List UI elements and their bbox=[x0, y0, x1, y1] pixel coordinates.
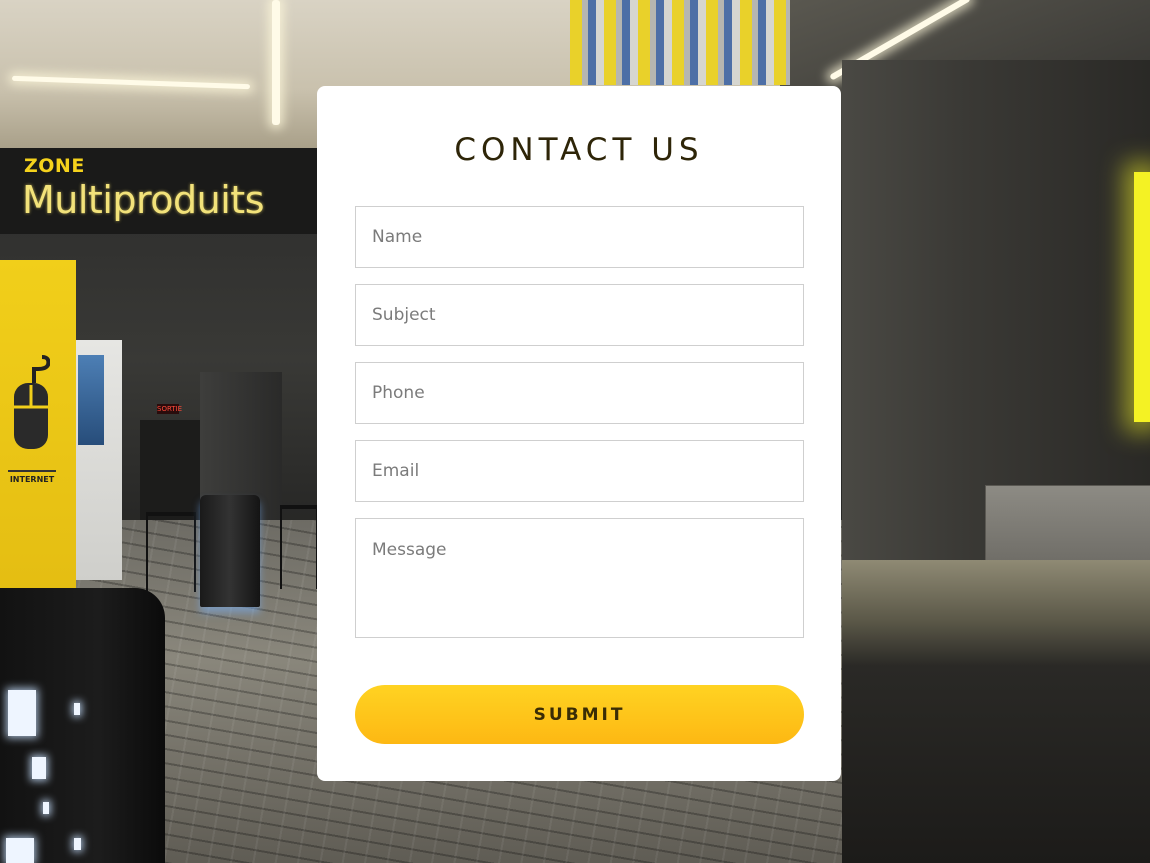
internet-panel-label: INTERNET bbox=[8, 470, 56, 484]
display-stand bbox=[200, 495, 260, 607]
zone-sign-small-text: ZONE bbox=[24, 155, 85, 177]
column-light bbox=[8, 690, 36, 736]
service-counter bbox=[842, 560, 1150, 863]
phone-field[interactable] bbox=[355, 362, 804, 424]
product-shelf bbox=[570, 0, 790, 85]
exit-sign: SORTIE bbox=[157, 404, 183, 414]
name-field[interactable] bbox=[355, 206, 804, 268]
ceiling-light bbox=[272, 0, 280, 125]
zone-sign-large-text: Multiproduits bbox=[22, 178, 265, 222]
contact-form-title: CONTACT US bbox=[454, 132, 704, 168]
stool bbox=[280, 505, 318, 589]
back-door bbox=[140, 420, 200, 520]
yellow-light-panel bbox=[1134, 172, 1150, 422]
column-light bbox=[74, 838, 81, 850]
computer-mouse-icon bbox=[14, 355, 50, 449]
subject-field[interactable] bbox=[355, 284, 804, 346]
column-light bbox=[43, 802, 49, 814]
email-field[interactable] bbox=[355, 440, 804, 502]
column-light bbox=[6, 838, 34, 863]
column-light bbox=[74, 703, 80, 715]
display-screen bbox=[78, 355, 104, 445]
column-light bbox=[32, 757, 46, 779]
submit-button[interactable]: SUBMIT bbox=[355, 685, 804, 744]
stool bbox=[146, 512, 196, 592]
contact-form-card bbox=[317, 86, 841, 781]
message-field[interactable] bbox=[355, 518, 804, 638]
